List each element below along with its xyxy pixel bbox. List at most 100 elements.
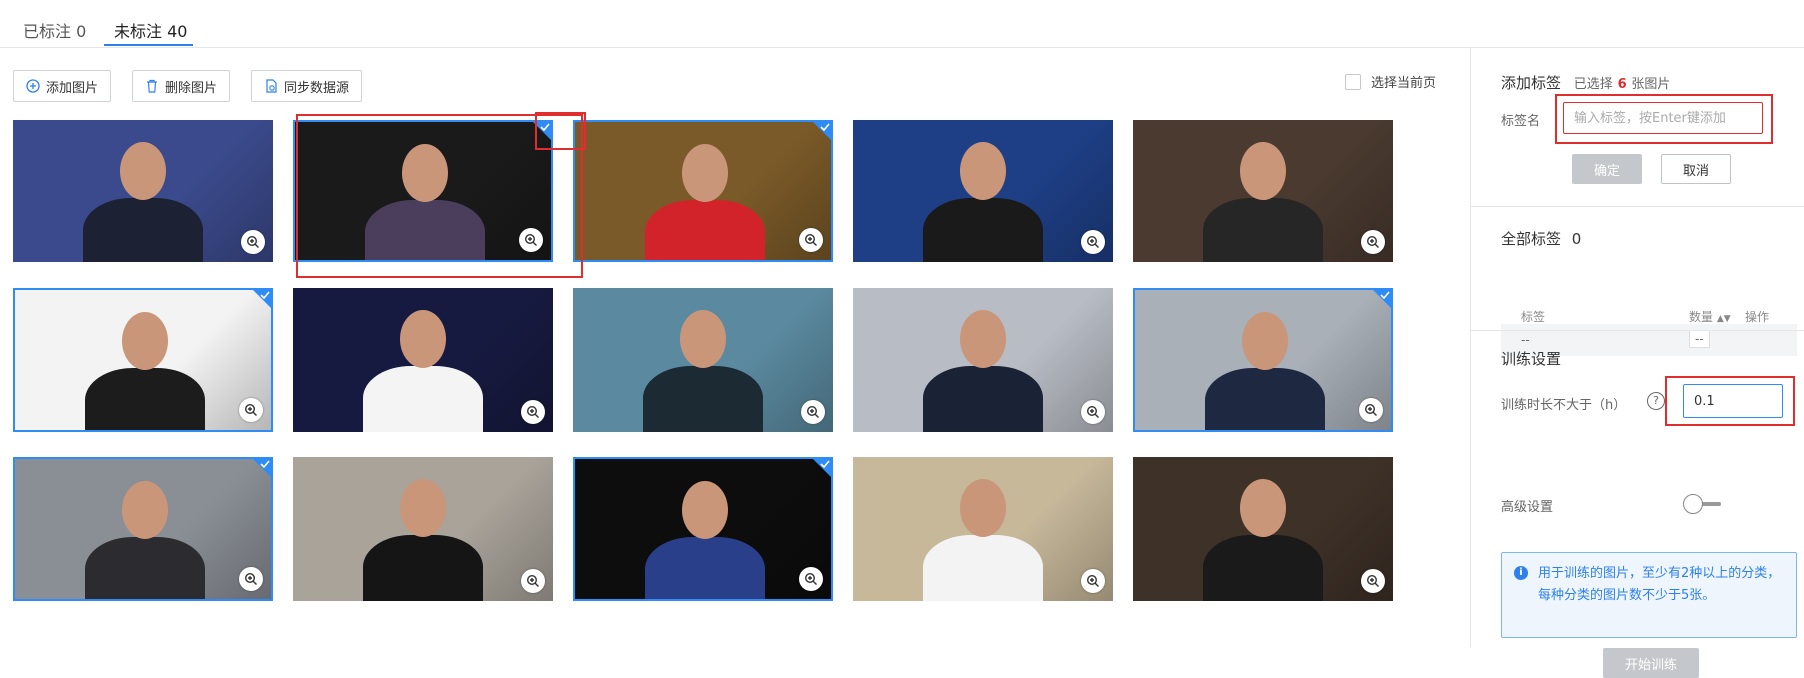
image-thumbnail — [293, 288, 553, 432]
image-tile[interactable] — [293, 288, 553, 432]
zoom-in-icon[interactable] — [1359, 398, 1383, 422]
sync-datasource-label: 同步数据源 — [284, 80, 350, 96]
image-tile[interactable] — [13, 120, 273, 262]
check-icon — [253, 290, 271, 308]
all-tags-header: 全部标签 0 — [1501, 228, 1581, 249]
help-icon[interactable]: ? — [1647, 392, 1665, 410]
advanced-toggle[interactable] — [1683, 494, 1723, 514]
image-tile[interactable] — [853, 120, 1113, 262]
zoom-in-icon[interactable] — [801, 400, 825, 424]
image-tile[interactable] — [1133, 457, 1393, 601]
zoom-in-icon[interactable] — [799, 567, 823, 591]
image-thumbnail — [15, 290, 271, 430]
zoom-in-icon[interactable] — [1081, 400, 1105, 424]
all-tags-count: 0 — [1571, 230, 1582, 248]
divider — [1471, 330, 1804, 331]
document-sync-icon — [264, 79, 278, 93]
image-tile[interactable] — [1133, 120, 1393, 262]
zoom-in-icon[interactable] — [1361, 230, 1385, 254]
check-icon — [253, 459, 271, 477]
tag-name-label: 标签名 — [1501, 114, 1541, 129]
tab-labeled[interactable]: 已标注 0 — [23, 18, 86, 42]
row-count: -- — [1689, 330, 1710, 348]
sort-icon: ▲▼ — [1716, 314, 1731, 324]
advanced-label: 高级设置 — [1501, 500, 1554, 515]
tags-table-header: 标签 数量 ▲▼ 操作 — [1501, 308, 1797, 324]
tab-bar: 已标注 0 未标注 40 — [0, 0, 1804, 48]
image-tile[interactable] — [853, 288, 1113, 432]
check-icon — [1373, 290, 1391, 308]
right-panel: 添加标签 已选择 6 张图片 标签名 确定 取消 全部标签 0 标签 数量 ▲▼… — [1470, 48, 1804, 678]
zoom-in-icon[interactable] — [1081, 569, 1105, 593]
image-thumbnail — [15, 459, 271, 599]
col-count-label: 数量 — [1689, 310, 1714, 324]
image-thumbnail — [1133, 457, 1393, 601]
col-tag: 标签 — [1521, 310, 1546, 324]
zoom-in-icon[interactable] — [241, 230, 265, 254]
select-current-page[interactable]: 选择当前页 — [1345, 72, 1436, 91]
image-thumbnail — [573, 288, 833, 432]
image-thumbnail — [293, 457, 553, 601]
image-thumbnail — [13, 120, 273, 262]
tab-active-indicator — [104, 44, 193, 46]
selected-suffix: 张图片 — [1631, 77, 1671, 92]
zoom-in-icon[interactable] — [239, 398, 263, 422]
image-tile[interactable] — [853, 457, 1113, 601]
zoom-in-icon[interactable] — [521, 569, 545, 593]
start-training-button[interactable]: 开始训练 — [1603, 648, 1699, 678]
image-thumbnail — [853, 120, 1113, 262]
image-tile[interactable] — [293, 120, 553, 262]
image-thumbnail — [295, 122, 551, 260]
image-thumbnail — [575, 122, 831, 260]
image-tile[interactable] — [13, 288, 273, 432]
zoom-in-icon[interactable] — [519, 228, 543, 252]
add-tag-title: 添加标签 — [1501, 74, 1562, 92]
plus-circle-icon — [26, 79, 40, 93]
select-page-checkbox[interactable] — [1345, 73, 1361, 90]
trash-icon — [145, 79, 159, 93]
image-thumbnail — [575, 459, 831, 599]
image-tile[interactable] — [573, 120, 833, 262]
tab-unlabeled[interactable]: 未标注 40 — [114, 18, 187, 42]
selected-prefix: 已选择 — [1573, 77, 1613, 92]
confirm-button[interactable]: 确定 — [1572, 154, 1642, 184]
duration-label: 训练时长不大于（h） — [1501, 398, 1627, 413]
all-tags-title: 全部标签 — [1501, 230, 1562, 248]
divider — [1471, 206, 1804, 207]
col-action: 操作 — [1745, 310, 1770, 324]
tag-name-input[interactable] — [1563, 102, 1763, 134]
image-tile[interactable] — [13, 457, 273, 601]
info-icon: i — [1514, 566, 1528, 580]
image-tile[interactable] — [573, 288, 833, 432]
info-text: 用于训练的图片，至少有2种以上的分类，每种分类的图片数不少于5张。 — [1538, 566, 1781, 603]
row-tag: -- — [1521, 333, 1530, 347]
info-notice: i 用于训练的图片，至少有2种以上的分类，每种分类的图片数不少于5张。 — [1501, 552, 1797, 638]
cancel-button[interactable]: 取消 — [1661, 154, 1731, 184]
image-tile[interactable] — [293, 457, 553, 601]
zoom-in-icon[interactable] — [521, 400, 545, 424]
zoom-in-icon[interactable] — [239, 567, 263, 591]
check-icon — [813, 459, 831, 477]
selected-count: 6 — [1617, 77, 1627, 92]
training-title: 训练设置 — [1501, 350, 1562, 368]
zoom-in-icon[interactable] — [1361, 569, 1385, 593]
select-page-label: 选择当前页 — [1371, 76, 1437, 91]
delete-image-label: 删除图片 — [165, 80, 218, 96]
image-thumbnail — [1135, 290, 1391, 430]
delete-image-button[interactable]: 删除图片 — [132, 70, 231, 102]
zoom-in-icon[interactable] — [1081, 230, 1105, 254]
add-image-label: 添加图片 — [46, 80, 99, 96]
image-tile[interactable] — [1133, 288, 1393, 432]
zoom-in-icon[interactable] — [799, 228, 823, 252]
duration-input[interactable] — [1683, 384, 1783, 418]
add-tag-section: 添加标签 已选择 6 张图片 — [1501, 72, 1670, 93]
image-thumbnail — [853, 288, 1113, 432]
col-count[interactable]: 数量 ▲▼ — [1689, 308, 1731, 325]
sync-datasource-button[interactable]: 同步数据源 — [251, 70, 363, 102]
check-icon — [813, 122, 831, 140]
add-image-button[interactable]: 添加图片 — [13, 70, 112, 102]
check-icon — [533, 122, 551, 140]
image-thumbnail — [1133, 120, 1393, 262]
image-tile[interactable] — [573, 457, 833, 601]
image-thumbnail — [853, 457, 1113, 601]
